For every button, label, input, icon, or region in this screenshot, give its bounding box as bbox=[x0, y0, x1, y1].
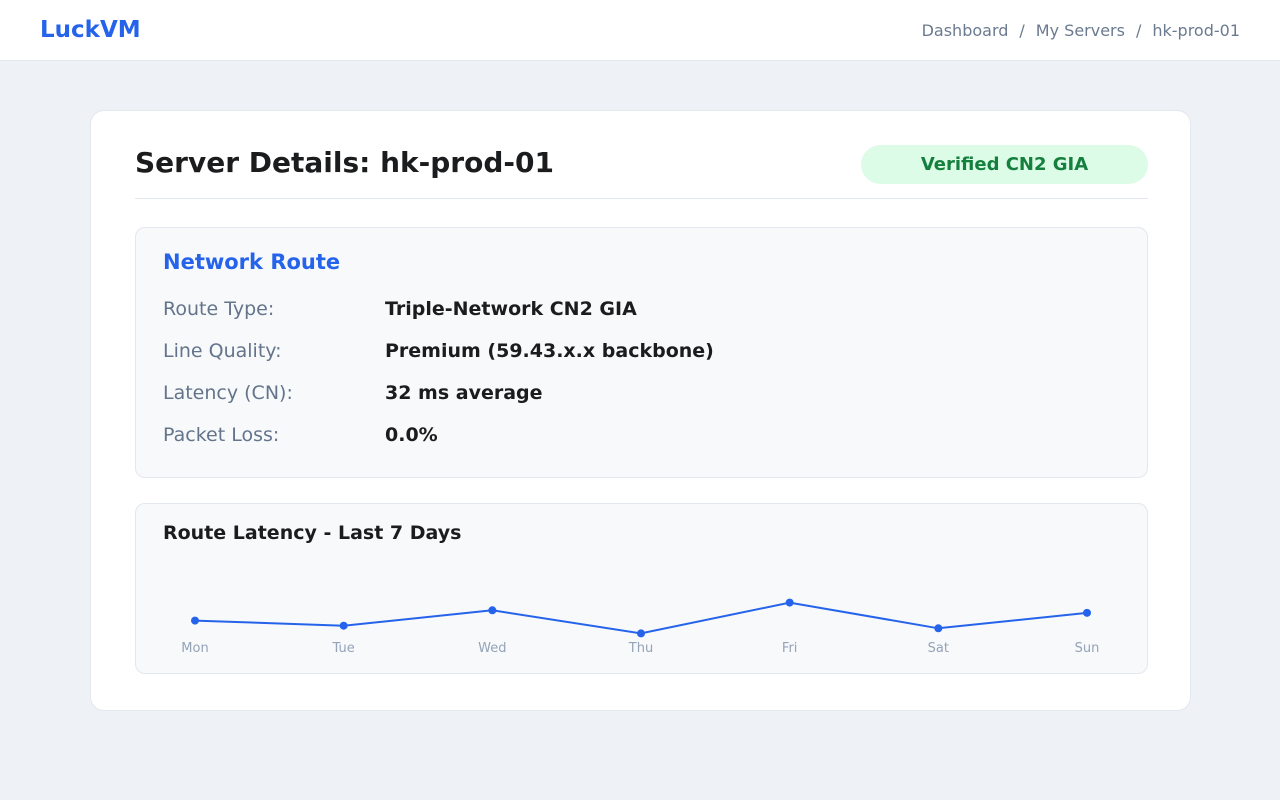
packet-loss-row: Packet Loss: 0.0% bbox=[163, 421, 1113, 449]
x-tick-label: Mon bbox=[181, 641, 208, 656]
latency-point-mon[interactable] bbox=[191, 616, 199, 625]
packet-loss-label: Packet Loss: bbox=[163, 424, 280, 446]
latency-label: Latency (CN): bbox=[163, 382, 293, 404]
route-type-value: Triple-Network CN2 GIA bbox=[385, 298, 637, 320]
network-route-title: Network Route bbox=[163, 250, 341, 274]
latency-value: 32 ms average bbox=[385, 382, 543, 404]
breadcrumb-separator: / bbox=[1019, 21, 1025, 40]
packet-loss-value: 0.0% bbox=[385, 424, 438, 446]
divider bbox=[135, 198, 1148, 199]
x-tick-label: Sat bbox=[928, 641, 949, 656]
line-quality-label: Line Quality: bbox=[163, 340, 282, 362]
breadcrumb-dashboard[interactable]: Dashboard bbox=[922, 20, 1009, 42]
latency-point-wed[interactable] bbox=[488, 606, 497, 615]
route-type-row: Route Type: Triple-Network CN2 GIA bbox=[163, 295, 1113, 323]
latency-series-line bbox=[194, 601, 1088, 635]
line-quality-value: Premium (59.43.x.x backbone) bbox=[385, 340, 714, 362]
line-quality-row: Line Quality: Premium (59.43.x.x backbon… bbox=[163, 337, 1113, 365]
breadcrumb: Dashboard / My Servers / hk-prod-01 bbox=[922, 20, 1240, 42]
latency-row: Latency (CN): 32 ms average bbox=[163, 379, 1113, 407]
x-tick-label: Sun bbox=[1075, 641, 1100, 656]
logo[interactable]: LuckVM bbox=[40, 15, 141, 45]
latency-point-sat[interactable] bbox=[934, 624, 943, 633]
route-type-label: Route Type: bbox=[163, 298, 275, 320]
latency-line-chart: Mon Tue Wed Thu Fri Sat Sun bbox=[181, 598, 1100, 656]
x-tick-label: Fri bbox=[782, 641, 798, 656]
top-navbar: LuckVM Dashboard / My Servers / hk-prod-… bbox=[0, 0, 1280, 61]
breadcrumb-current-server: hk-prod-01 bbox=[1152, 21, 1240, 40]
page-title: Server Details: hk-prod-01 bbox=[135, 146, 554, 179]
latency-point-fri[interactable] bbox=[785, 598, 794, 607]
latency-chart-panel: Route Latency - Last 7 Days Mon Tue Wed Thu… bbox=[135, 503, 1148, 674]
x-tick-label: Thu bbox=[628, 641, 653, 656]
x-tick-label: Tue bbox=[332, 641, 355, 656]
status-badge: Verified CN2 GIA bbox=[861, 145, 1148, 184]
x-tick-label: Wed bbox=[478, 641, 506, 656]
network-route-panel: Network Route Route Type: Triple-Network… bbox=[135, 227, 1148, 478]
latency-point-sun[interactable] bbox=[1083, 608, 1091, 617]
breadcrumb-my-servers[interactable]: My Servers bbox=[1036, 20, 1125, 42]
server-details-card: Server Details: hk-prod-01 Verified CN2 … bbox=[90, 110, 1191, 711]
latency-point-tue[interactable] bbox=[339, 621, 348, 630]
breadcrumb-separator: / bbox=[1135, 21, 1142, 40]
latency-point-thu[interactable] bbox=[637, 629, 645, 638]
